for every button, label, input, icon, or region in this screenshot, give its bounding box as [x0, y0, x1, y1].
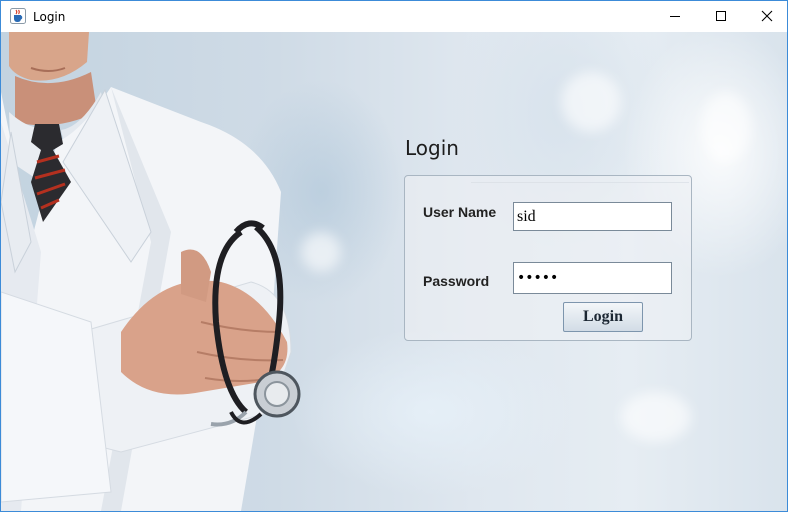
- bokeh-light: [561, 72, 621, 132]
- login-button[interactable]: Login: [563, 302, 643, 332]
- login-window: Login Login User Name sid Password Login: [0, 0, 788, 512]
- minimize-button[interactable]: [652, 1, 698, 32]
- java-cup-icon: [10, 8, 26, 24]
- username-label: User Name: [423, 204, 497, 220]
- password-label: Password: [423, 273, 490, 289]
- bokeh-light: [621, 392, 691, 442]
- doctor-image: [1, 32, 301, 511]
- maximize-icon: [715, 7, 727, 26]
- close-icon: [761, 7, 773, 26]
- window-title: Login: [33, 10, 66, 24]
- bokeh-light: [701, 92, 751, 162]
- maximize-button[interactable]: [698, 1, 744, 32]
- password-input[interactable]: [513, 262, 672, 294]
- title-bar[interactable]: Login: [1, 1, 787, 32]
- username-input[interactable]: [513, 202, 672, 231]
- close-button[interactable]: [744, 1, 787, 32]
- login-panel: [404, 175, 692, 341]
- minimize-icon: [669, 7, 681, 26]
- login-heading: Login: [405, 136, 459, 160]
